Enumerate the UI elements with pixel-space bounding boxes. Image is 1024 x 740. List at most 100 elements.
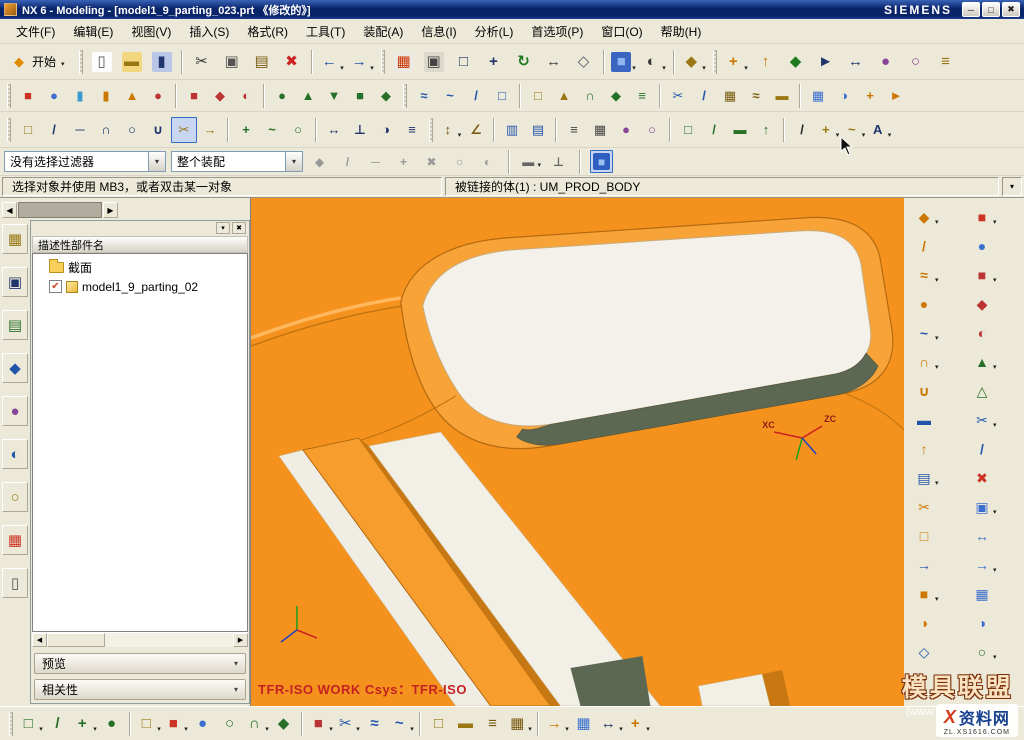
pad-button[interactable]: ■	[347, 83, 373, 108]
datum-csys-button[interactable]: ↑	[751, 48, 781, 76]
chamfer-bottom-button[interactable]: ◆	[270, 711, 297, 737]
resource-grip[interactable]	[18, 202, 102, 218]
untrim-button[interactable]: □	[909, 522, 962, 549]
emboss-side-button[interactable]: ▲▾	[967, 348, 1020, 375]
feature-playback-button[interactable]: ►	[883, 83, 909, 108]
rotate-view-button[interactable]: ↻	[509, 48, 539, 76]
offset-curve-button[interactable]: ≡	[399, 117, 425, 143]
thicken-bottom-button[interactable]: ▬	[452, 711, 479, 737]
hole-button[interactable]: ●	[269, 83, 295, 108]
render-style-button[interactable]: ◐▾	[639, 48, 669, 76]
patch-bottom-button[interactable]: ▦▾	[506, 711, 533, 737]
pan-view-button[interactable]: ↔	[539, 48, 569, 76]
point-dropdown-button[interactable]: +▾	[815, 117, 841, 143]
dependencies-section[interactable]: 相关性 ▾	[34, 679, 246, 700]
split-body-button[interactable]: /	[691, 83, 717, 108]
edge-blend-button[interactable]: ∩	[577, 83, 603, 108]
face-blend-button[interactable]: ∩▾	[909, 348, 962, 375]
dropdown-arrow-icon[interactable]: ▾	[646, 725, 650, 733]
boss-button[interactable]: ▲	[295, 83, 321, 108]
plane-button[interactable]: ▬	[727, 117, 753, 143]
global-shaping-button[interactable]: ◇	[909, 638, 962, 665]
dropdown-arrow-icon[interactable]: ▾	[935, 479, 939, 487]
datum-plane-row-button[interactable]: □	[675, 117, 701, 143]
close-button[interactable]: ✖	[1002, 2, 1020, 17]
bounded-plane-button[interactable]: □	[489, 83, 515, 108]
offset-emboss-button[interactable]: △	[967, 377, 1020, 404]
blend-bottom-button[interactable]: ∩▾	[243, 711, 270, 737]
dropdown-arrow-icon[interactable]: ▾	[565, 725, 569, 733]
clip-section-button[interactable]: ▤	[525, 117, 551, 143]
dropdown-arrow-icon[interactable]: ▾	[410, 725, 414, 733]
move-object-bottom-button[interactable]: ↔▾	[597, 711, 624, 737]
spline-button[interactable]: ~	[259, 117, 285, 143]
copy-button[interactable]: ▣	[217, 48, 247, 76]
menu-format[interactable]: 格式(R)	[239, 20, 296, 43]
selection-scope-combo[interactable]: 整个装配 ▾	[171, 151, 303, 172]
preview-section[interactable]: 预览 ▾	[34, 653, 246, 674]
perspective-button[interactable]: ◇	[569, 48, 599, 76]
menu-view[interactable]: 视图(V)	[123, 20, 179, 43]
redo-button[interactable]: →▾	[347, 48, 377, 76]
new-part-button[interactable]: ▯	[87, 48, 117, 76]
menu-window[interactable]: 窗口(O)	[593, 20, 650, 43]
offset-surface-button[interactable]: ▤▾	[909, 464, 962, 491]
cone-button[interactable]: ▲	[119, 83, 145, 108]
datum-axis-row-button[interactable]: /	[701, 117, 727, 143]
dropdown-arrow-icon[interactable]: ▾	[619, 725, 623, 733]
dropdown-arrow-icon[interactable]: ▾	[888, 131, 892, 139]
dropdown-arrow-icon[interactable]: ▾	[935, 276, 939, 284]
move-object-button[interactable]: ►	[811, 48, 841, 76]
tree-item-part[interactable]: ✔ model1_9_parting_02	[33, 277, 247, 296]
trim-bottom-button[interactable]: ✂▾	[334, 711, 361, 737]
snap-point-button[interactable]: +▾	[721, 48, 751, 76]
law-extension-button[interactable]: ↑	[909, 435, 962, 462]
roles-tab[interactable]: ▯	[2, 568, 28, 598]
sew-bottom-button[interactable]: ≡	[479, 711, 506, 737]
trim-body-button[interactable]: ✂	[665, 83, 691, 108]
dropdown-arrow-icon[interactable]: ▾	[662, 64, 666, 72]
snap-point-toggle[interactable]: ◆	[308, 150, 331, 173]
intersection-snap-toggle[interactable]: ✖	[420, 150, 443, 173]
toolbar-grip[interactable]	[7, 84, 11, 108]
shell-button[interactable]: □	[525, 83, 551, 108]
quick-trim-button[interactable]: ✂	[171, 117, 197, 143]
system-materials-tab[interactable]: ▦	[2, 525, 28, 555]
dropdown-arrow-icon[interactable]: ▾	[862, 131, 866, 139]
shell-bottom-button[interactable]: □	[425, 711, 452, 737]
n-sided-surface-button[interactable]: ●	[909, 290, 962, 317]
quadrant-snap-toggle[interactable]: ◐	[476, 150, 499, 173]
extrude-side-button[interactable]: ■▾	[967, 203, 1020, 230]
constraint-navigator-tab[interactable]: ▣	[2, 267, 28, 297]
refresh-view-button[interactable]: ▦	[389, 48, 419, 76]
dropdown-arrow-icon[interactable]: ▾	[744, 64, 748, 72]
revolve-side-button[interactable]: ●	[967, 232, 1020, 259]
start-button[interactable]: ◆ 开始 ▾	[3, 51, 72, 73]
thicken-button[interactable]: ▬	[769, 83, 795, 108]
dropdown-arrow-icon[interactable]: ▾	[370, 64, 374, 72]
toolbar-grip[interactable]	[7, 118, 11, 142]
measure-angle-button[interactable]: ∠	[463, 117, 489, 143]
mirror-body-button[interactable]: ◑	[967, 609, 1020, 636]
soft-blend-button[interactable]: ∪	[909, 377, 962, 404]
menu-tools[interactable]: 工具(T)	[298, 20, 353, 43]
dropdown-arrow-icon[interactable]: ▾	[93, 725, 97, 733]
dropdown-arrow-icon[interactable]: ▾	[993, 276, 997, 284]
subtract-button[interactable]: ◆	[207, 83, 233, 108]
text-tool-button[interactable]: A▾	[867, 117, 893, 143]
sew-button[interactable]: ≈	[743, 83, 769, 108]
viewport-canvas[interactable]: XC ZC	[251, 198, 904, 706]
toolbar-grip[interactable]	[429, 118, 433, 142]
orient-view-button[interactable]: ◆▾	[679, 48, 709, 76]
horizontal-scrollbar[interactable]: ◀ ▶	[32, 632, 248, 647]
dropdown-arrow-icon[interactable]: ▾	[993, 566, 997, 574]
open-button[interactable]: ▬	[117, 48, 147, 76]
internet-explorer-tab[interactable]: ◐	[2, 439, 28, 469]
quick-extend-button[interactable]: →	[197, 117, 223, 143]
cut-button[interactable]: ✂	[187, 48, 217, 76]
menu-analysis[interactable]: 分析(L)	[467, 20, 522, 43]
menu-preferences[interactable]: 首选项(P)	[523, 20, 591, 43]
wrap-geometry-button[interactable]: ○▾	[967, 638, 1020, 665]
delete-face-button[interactable]: ✖	[967, 464, 1020, 491]
pin-panel-button[interactable]: ▾	[216, 222, 230, 234]
